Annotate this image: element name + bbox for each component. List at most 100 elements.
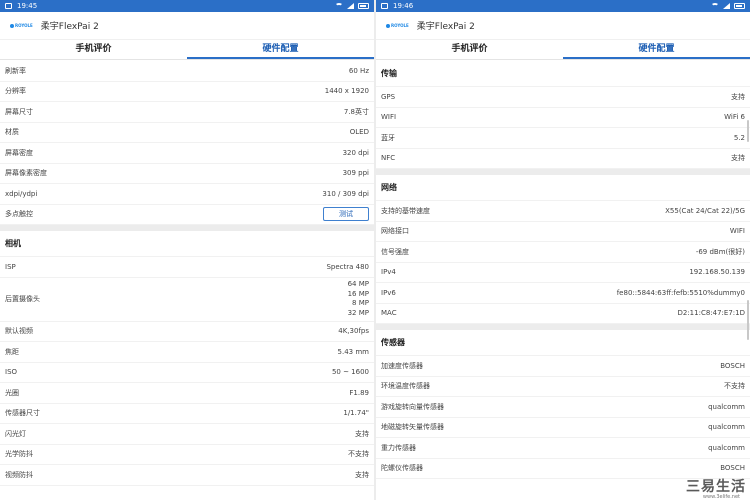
tab-hardware-config[interactable]: 硬件配置 [563,40,750,59]
list-item: MAC D2:11:C8:47:E7:1D [376,304,750,324]
tab-phone-review[interactable]: 手机评价 [0,40,187,59]
list-item: 屏幕尺寸 7.8英寸 [0,102,374,123]
app-bar: ROYOLE 柔宇FlexPai 2 [0,12,374,40]
list-item: 游戏旋转向量传感器 qualcomm [376,397,750,418]
row-value: qualcomm [708,423,745,432]
spec-list[interactable]: 传输 GPS 支持 WIFI WiFi 6 蓝牙 5.2 NFC 支持 网络 支持的基带… [376,61,750,500]
row-value: 支持 [731,92,745,101]
list-item: 支持的基带速度 X55(Cat 24/Cat 22)/5G [376,201,750,222]
list-item: IPv4 192.168.50.139 [376,263,750,283]
status-time: 19:46 [393,2,414,10]
tab-bar: 手机评价 硬件配置 [0,40,374,60]
status-bar: 19:45 [0,0,374,12]
list-item: ISP Spectra 480 [0,257,374,278]
row-value: 支持 [355,429,369,438]
scrollbar-thumb[interactable] [747,120,749,142]
row-value: 5.2 [733,133,745,142]
section-title-sensors: 传感器 [376,330,750,356]
battery-icon [734,3,745,9]
row-label: 传感器尺寸 [5,409,40,418]
row-label: 游戏旋转向量传感器 [381,402,444,411]
signal-icon [347,3,354,9]
row-value: 192.168.50.139 [689,268,745,277]
row-value: 7.8英寸 [343,107,369,116]
row-label: 后置摄像头 [5,295,40,303]
battery-icon [358,3,369,9]
row-label: 材质 [5,128,19,137]
list-item: NFC 支持 [376,149,750,169]
list-item: 刷新率 60 Hz [0,61,374,82]
row-label: GPS [381,92,396,101]
status-bar: 19:46 [376,0,750,12]
row-label: 陀螺仪传感器 [381,464,423,473]
rear-camera-mp: 8 MP [352,299,369,307]
row-label: 屏幕密度 [5,148,33,157]
right-screenshot: 19:46 ROYOLE 柔宇FlexPai 2 手机评价 硬件配置 传输 GP… [376,0,750,500]
row-label: 加速度传感器 [381,361,423,370]
row-value: 1/1.74" [343,409,369,418]
rear-camera-row: 后置摄像头 64 MP 16 MP 8 MP 32 MP [0,278,374,322]
row-label: 闪光灯 [5,429,26,438]
row-label: IPv4 [381,268,396,277]
row-label: NFC [381,154,396,163]
row-label: xdpi/ydpi [5,189,38,198]
row-value: 不支持 [724,382,745,391]
row-value: 60 Hz [348,66,369,75]
row-value: fe80::5844:63ff:fefb:5510%dummy0 [616,288,745,297]
logo-dot-icon [386,23,390,28]
list-item: 屏幕密度 320 dpi [0,143,374,164]
rear-camera-mp: 64 MP [347,280,369,288]
notification-icon [381,3,388,9]
list-item: ISO 50 ~ 1600 [0,363,374,383]
left-screenshot: 19:45 ROYOLE 柔宇FlexPai 2 手机评价 硬件配置 刷新率 60… [0,0,374,500]
list-item: 重力传感器 qualcomm [376,438,750,459]
list-item: 网络接口 WIFI [376,222,750,242]
row-value: qualcomm [708,443,745,452]
scrollbar-thumb[interactable] [747,300,749,340]
rear-camera-mp: 16 MP [347,289,369,298]
tab-hardware-config[interactable]: 硬件配置 [187,40,374,59]
section-title-network: 网络 [376,175,750,201]
signal-icon [723,3,730,9]
rear-camera-mp: 32 MP [347,308,369,317]
multitouch-test-button[interactable]: 测试 [323,207,369,222]
tab-phone-review[interactable]: 手机评价 [376,40,563,59]
wifi-icon [335,3,343,9]
app-bar: ROYOLE 柔宇FlexPai 2 [376,12,750,40]
row-label: 支持的基带速度 [381,206,430,215]
row-label: 刷新率 [5,66,26,75]
row-value: BOSCH [720,464,745,473]
row-label: ISO [5,368,18,377]
row-label: 信号强度 [381,247,409,256]
row-value: OLED [349,128,369,137]
logo-text: ROYOLE [391,23,409,28]
watermark-url: www.3elife.net [702,494,740,500]
list-item: 默认视频 4K,30fps [0,322,374,342]
row-value: F1.89 [349,388,369,397]
row-value: 4K,30fps [338,327,369,336]
logo-dot-icon [10,23,14,28]
list-item: 传感器尺寸 1/1.74" [0,404,374,424]
brand-logo: ROYOLE [386,23,409,28]
row-value: D2:11:C8:47:E7:1D [677,309,745,318]
list-item: 蓝牙 5.2 [376,128,750,149]
row-label: 屏幕像素密度 [5,169,47,178]
logo-text: ROYOLE [15,23,33,28]
list-item: 闪光灯 支持 [0,424,374,445]
row-label: 焦距 [5,347,19,356]
row-value: X55(Cat 24/Cat 22)/5G [665,206,745,215]
row-value: 不支持 [348,450,369,459]
row-value: Spectra 480 [326,262,369,271]
row-value: WIFI [729,227,745,236]
row-value: 支持 [731,154,745,163]
row-label: 网络接口 [381,227,409,236]
list-item: 光学防抖 不支持 [0,445,374,465]
list-item: xdpi/ydpi 310 / 309 dpi [0,184,374,205]
row-label: 蓝牙 [381,133,395,142]
row-label: MAC [381,309,397,318]
spec-list[interactable]: 刷新率 60 Hz 分辨率 1440 x 1920 屏幕尺寸 7.8英寸 材质 OLED… [0,61,374,500]
row-value: BOSCH [720,361,745,370]
watermark-logo: 三易生活 [686,479,746,495]
row-label: 光圈 [5,388,19,397]
list-item: WIFI WiFi 6 [376,108,750,128]
